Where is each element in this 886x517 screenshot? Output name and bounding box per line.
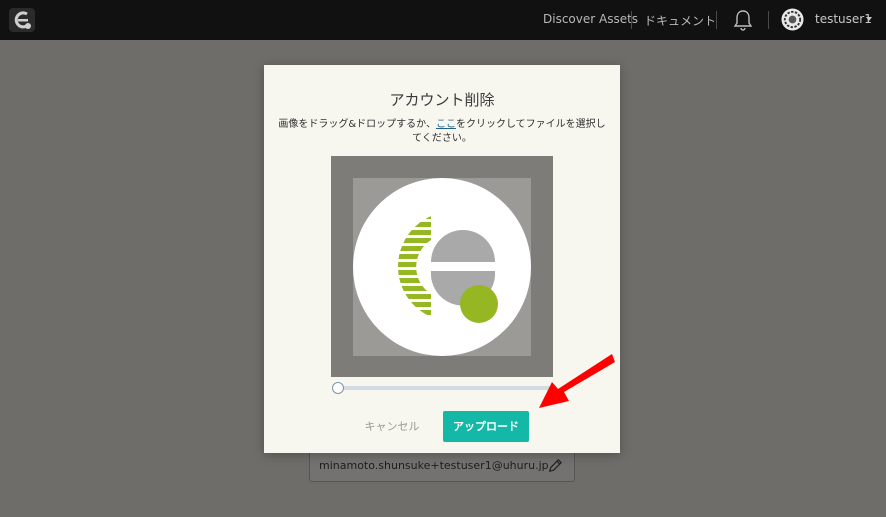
app-logo-icon[interactable] xyxy=(9,8,35,32)
email-value: minamoto.shunsuke+testuser1@uhuru.jp xyxy=(319,459,549,472)
email-field[interactable]: minamoto.shunsuke+testuser1@uhuru.jp xyxy=(309,450,575,482)
nav-divider xyxy=(768,11,769,29)
nav-documents[interactable]: ドキュメント xyxy=(644,12,716,29)
red-arrow-annotation-icon xyxy=(539,354,615,408)
nav-discover-assets[interactable]: Discover Assets xyxy=(543,12,638,26)
username-label[interactable]: testuser1 xyxy=(815,12,872,26)
zoom-slider-track[interactable] xyxy=(337,386,553,390)
top-navigation-bar: Discover Assets ドキュメント testuser1 xyxy=(0,0,886,40)
nav-divider xyxy=(631,11,632,29)
bell-icon[interactable] xyxy=(732,9,754,31)
image-crop-area[interactable] xyxy=(331,156,553,377)
upload-button[interactable]: アップロード xyxy=(443,411,529,442)
logo-preview-image xyxy=(353,178,531,356)
instruction-text: 画像をドラッグ&ドロップするか、 xyxy=(278,119,436,130)
nav-divider xyxy=(716,11,717,29)
zoom-slider-handle[interactable] xyxy=(332,382,344,394)
pencil-icon[interactable] xyxy=(547,457,564,474)
upload-instructions: 画像をドラッグ&ドロップするか、ここをクリックしてファイルを選択してください。 xyxy=(278,118,606,146)
file-select-link[interactable]: ここ xyxy=(436,119,456,130)
cancel-button[interactable]: キャンセル xyxy=(357,412,427,442)
caret-down-icon[interactable] xyxy=(866,17,872,21)
modal-title: アカウント削除 xyxy=(389,91,495,109)
avatar-icon[interactable] xyxy=(781,8,804,31)
